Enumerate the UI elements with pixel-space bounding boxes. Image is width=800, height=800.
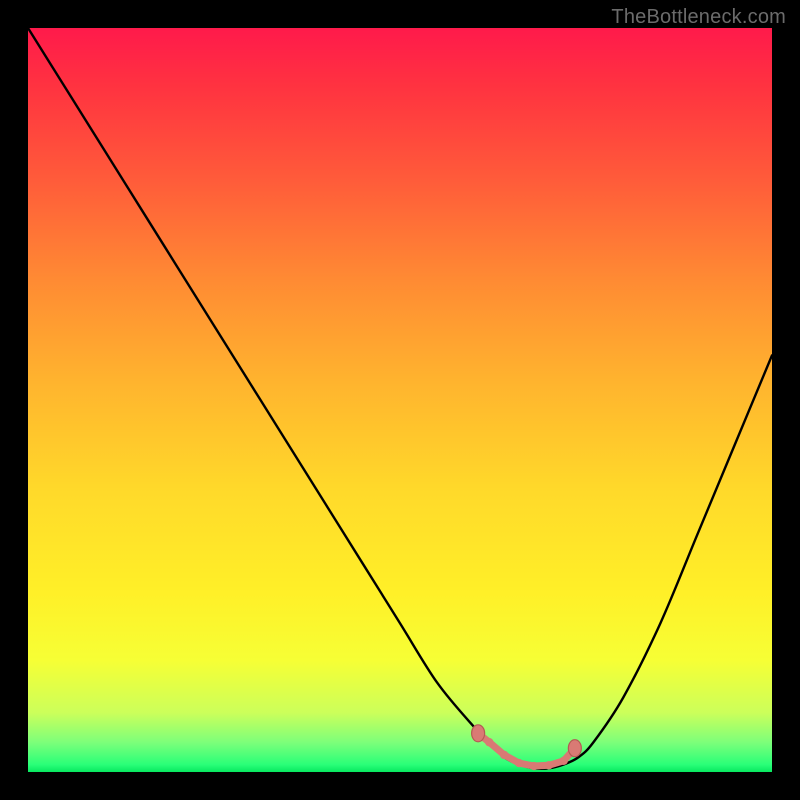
chart-frame: TheBottleneck.com [0,0,800,800]
severity-gradient-background [28,28,772,772]
watermark-text: TheBottleneck.com [611,6,786,29]
plot-area [28,28,772,772]
